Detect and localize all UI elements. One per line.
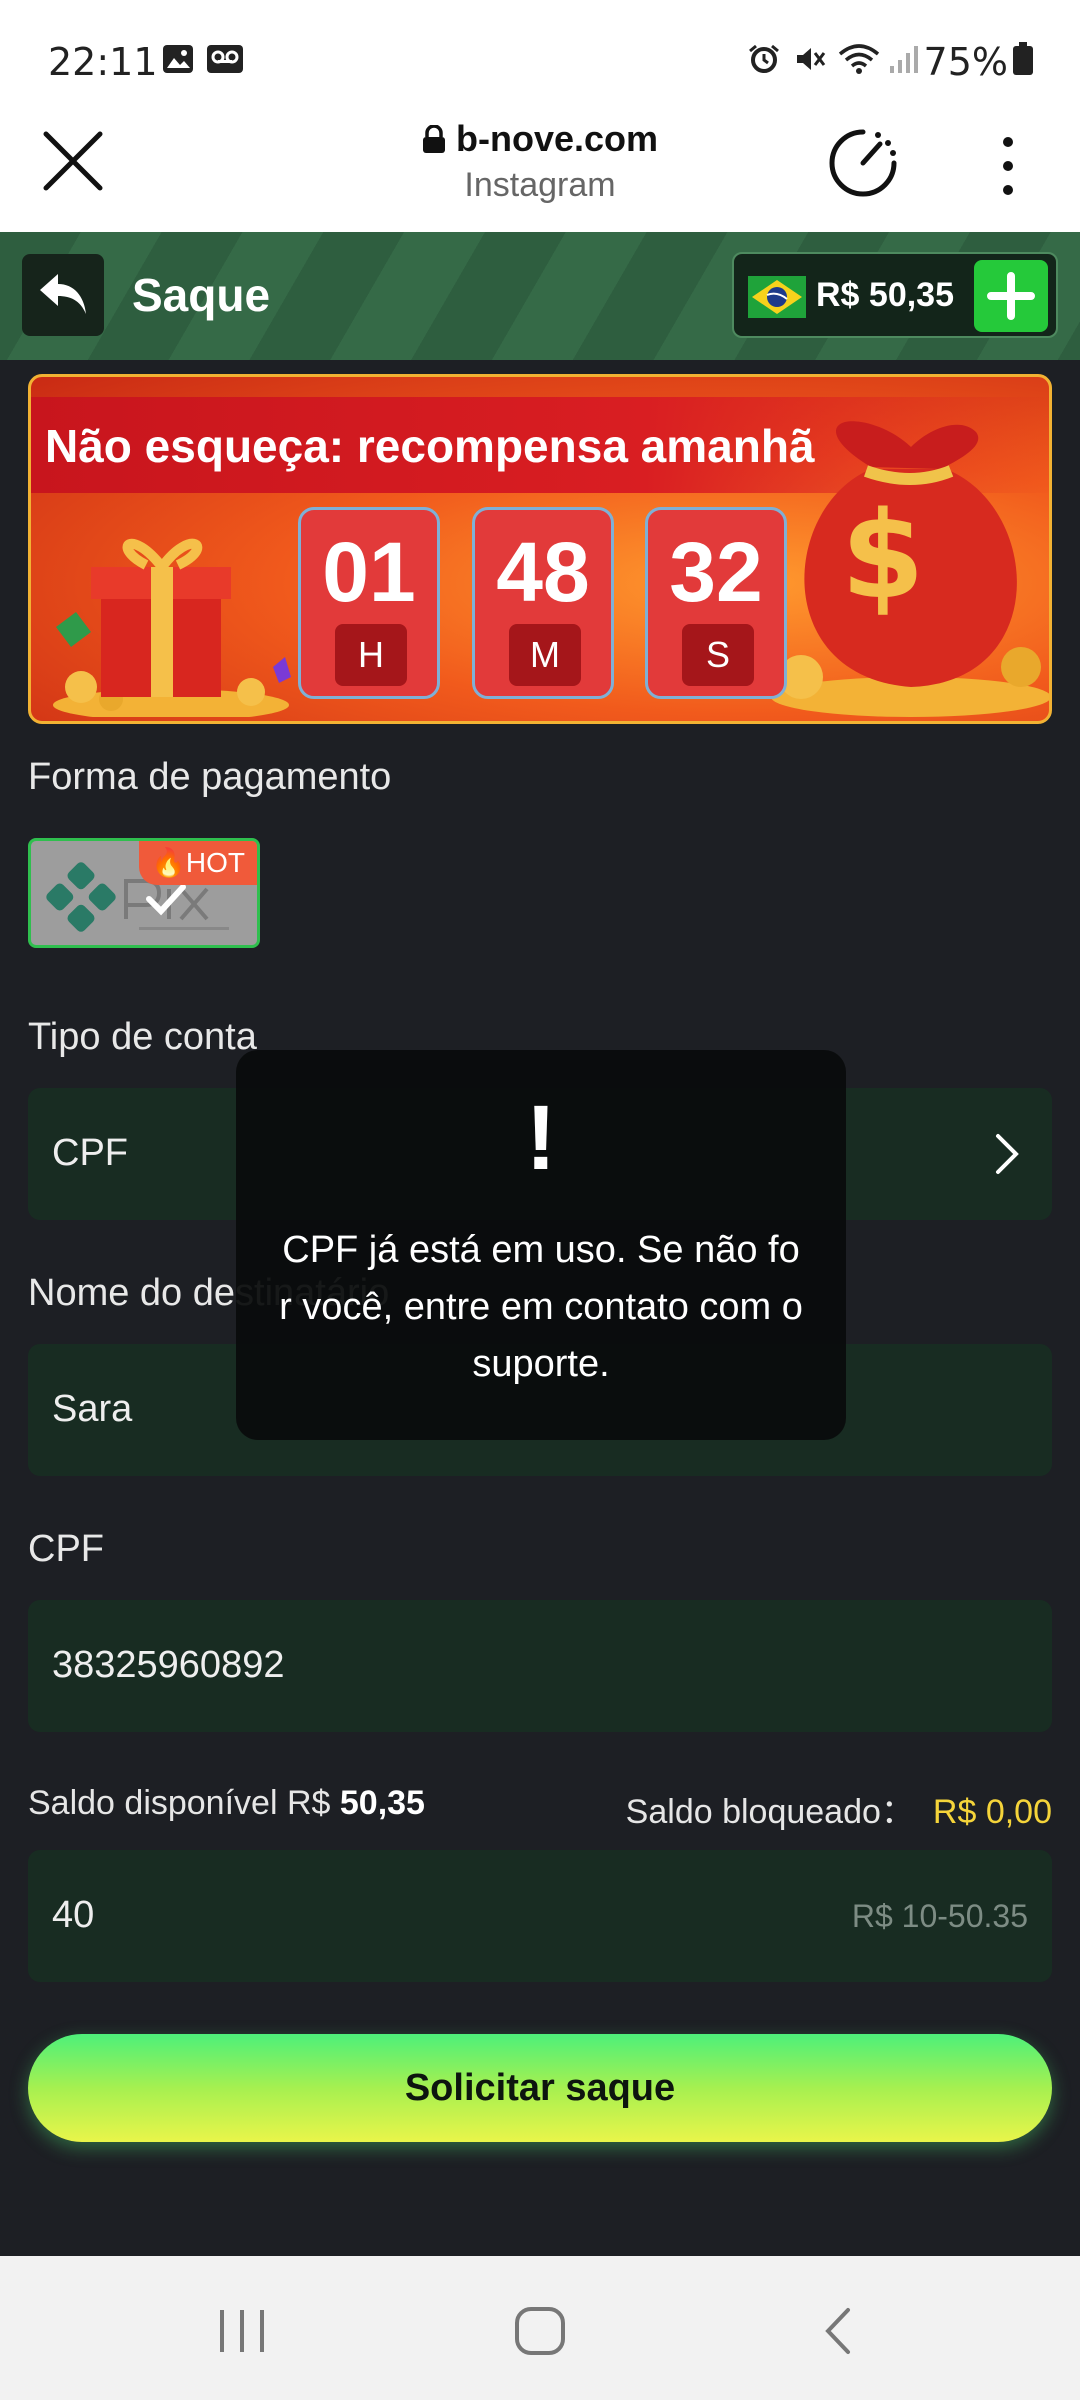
blocked-balance-label: Saldo bloqueado： (625, 1793, 915, 1831)
recipient-name-value: Sara (52, 1388, 133, 1430)
amount-range-hint: R$ 10-50.35 (851, 1898, 1028, 1934)
back-arrow-icon (40, 274, 86, 314)
svg-text:$: $ (841, 487, 925, 626)
reward-banner[interactable]: Não esqueça: recompensa amanhã $ 01 H 48… (28, 374, 1052, 724)
amount-value: 40 (52, 1894, 95, 1936)
hot-badge-text: HOT (185, 847, 245, 878)
url-source: Instagram (464, 166, 616, 204)
request-withdrawal-button[interactable]: Solicitar saque (28, 2034, 1052, 2142)
available-balance: Saldo disponível R$ 50,35 (28, 1784, 425, 1823)
system-nav-bar (0, 2256, 1080, 2400)
exclamation-icon: ! (525, 1087, 557, 1189)
countdown-hours-label: H (335, 624, 407, 686)
chevron-right-icon (996, 1134, 1019, 1174)
status-time: 22:11 (48, 40, 158, 84)
page-title: Saque (132, 269, 271, 321)
payment-method-label: Forma de pagamento (28, 756, 392, 798)
back-nav-icon[interactable] (818, 2306, 858, 2356)
countdown-hours: 01 H (298, 507, 440, 699)
flame-icon: 🔥 (151, 847, 186, 878)
balance-widget[interactable]: R$ 50,35 (732, 252, 1058, 338)
available-balance-value: 50,35 (339, 1784, 425, 1822)
countdown-seconds-value: 32 (669, 525, 763, 619)
cpf-value: 38325960892 (52, 1644, 285, 1686)
toast-message: CPF já está em uso. Se não for você, ent… (279, 1229, 803, 1385)
home-icon[interactable] (513, 2306, 567, 2356)
countdown-minutes: 48 M (472, 507, 614, 699)
balance-amount: R$ 50,35 (816, 276, 954, 314)
alarm-icon (749, 44, 779, 73)
banner-headline: Não esqueça: recompensa amanhã (45, 420, 815, 472)
plus-icon (987, 272, 1035, 320)
brazil-flag-icon (748, 276, 806, 318)
back-button[interactable] (22, 254, 104, 336)
voicemail-icon (207, 45, 243, 73)
status-bar: 22:11 75% (0, 0, 1080, 110)
lock-icon (422, 125, 445, 153)
account-type-label: Tipo de conta (28, 1016, 257, 1058)
countdown-hours-value: 01 (322, 525, 416, 619)
countdown-seconds: 32 S (645, 507, 787, 699)
deposit-button[interactable] (974, 260, 1048, 332)
amount-field[interactable]: 40 R$ 10-50.35 (28, 1850, 1052, 1982)
error-toast: ! CPF já está em uso. Se não for você, e… (236, 1050, 846, 1440)
signal-icon (890, 46, 918, 73)
blocked-balance: Saldo bloqueado： R$ 0,00 (626, 1784, 1052, 1833)
more-menu-icon[interactable] (990, 134, 1026, 198)
account-type-value: CPF (52, 1132, 128, 1174)
gift-box-icon (53, 538, 291, 717)
image-icon (163, 45, 193, 73)
app-header: Saque R$ 50,35 (0, 232, 1080, 360)
countdown-minutes-label: M (509, 624, 581, 686)
recent-apps-icon[interactable] (212, 2306, 272, 2356)
countdown-minutes-value: 48 (496, 525, 590, 619)
wifi-icon (838, 44, 880, 74)
money-bag-icon: $ (771, 421, 1049, 717)
timer-icon[interactable] (826, 126, 900, 200)
battery-percent: 75% (923, 40, 1008, 84)
pix-payment-option[interactable]: 🔥HOT (28, 838, 260, 948)
countdown-seconds-label: S (682, 624, 754, 686)
available-balance-label: Saldo disponível R$ (28, 1784, 331, 1822)
cpf-field[interactable]: 38325960892 (28, 1600, 1052, 1732)
blocked-balance-value: R$ 0,00 (932, 1793, 1052, 1831)
browser-bar: b-nove.com Instagram (0, 110, 1080, 232)
mute-icon (797, 48, 826, 70)
url-area[interactable]: b-nove.com Instagram (0, 118, 1080, 205)
cpf-label: CPF (28, 1528, 104, 1570)
battery-icon (1013, 42, 1033, 75)
hot-badge: 🔥HOT (139, 841, 257, 885)
url-text: b-nove.com (455, 118, 659, 159)
